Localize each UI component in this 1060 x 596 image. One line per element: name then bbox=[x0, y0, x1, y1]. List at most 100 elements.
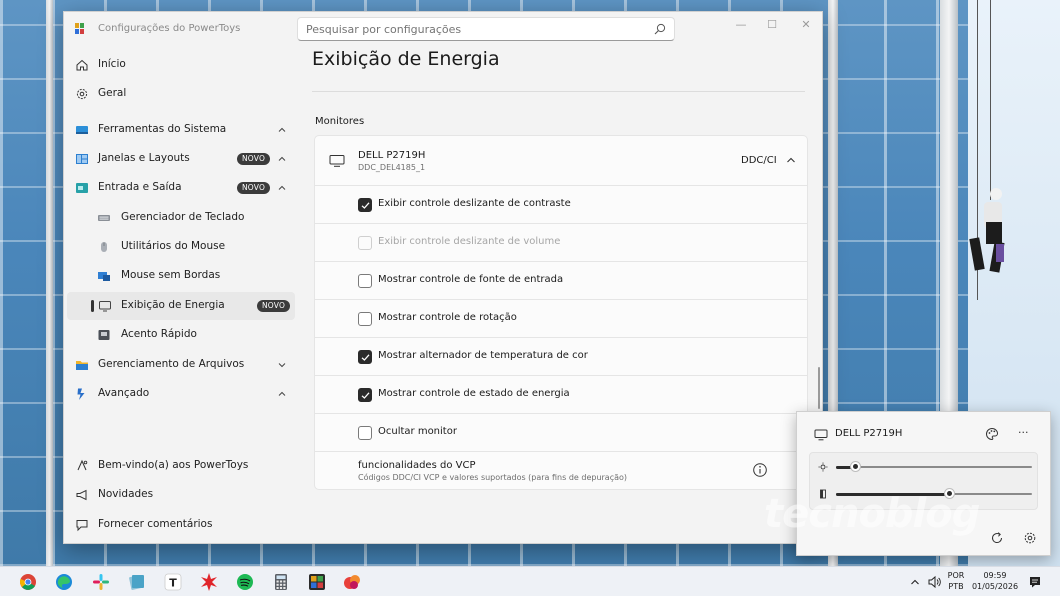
info-icon[interactable] bbox=[752, 462, 768, 478]
sidebar-item-exibicao-de-energia[interactable]: Exibição de Energia NOVO bbox=[67, 292, 295, 320]
sidebar-item-label: Mouse sem Bordas bbox=[121, 269, 221, 281]
calculator-icon[interactable] bbox=[271, 572, 291, 592]
sidebar-item-gerenciador-de-teclado[interactable]: Gerenciador de Teclado bbox=[67, 204, 295, 232]
option-label: Ocultar monitor bbox=[378, 426, 457, 437]
quick-accent-icon bbox=[98, 330, 110, 340]
sidebar-item-label: Acento Rápido bbox=[121, 328, 197, 340]
color-temperature-checkbox[interactable] bbox=[358, 350, 372, 364]
home-icon bbox=[76, 59, 88, 71]
option-row-input-source[interactable]: Mostrar controle de fonte de entrada bbox=[314, 262, 808, 300]
slack-icon[interactable] bbox=[91, 572, 111, 592]
refresh-icon[interactable] bbox=[990, 531, 1004, 545]
brightness-slider[interactable] bbox=[836, 461, 1032, 472]
vcp-subtitle: Códigos DDC/CI VCP e valores suportados … bbox=[358, 473, 628, 482]
option-row-contrast[interactable]: Exibir controle deslizante de contraste bbox=[314, 186, 808, 224]
chevron-up-icon[interactable] bbox=[277, 389, 287, 399]
bug-tracker-icon[interactable] bbox=[199, 572, 219, 592]
advanced-icon bbox=[77, 388, 85, 400]
office-app-icon[interactable] bbox=[342, 572, 362, 592]
option-row-hide-monitor[interactable]: Ocultar monitor bbox=[314, 414, 808, 452]
sidebar-item-utilitarios-do-mouse[interactable]: Utilitários do Mouse bbox=[67, 233, 295, 261]
sidebar-item-avancado[interactable]: Avançado bbox=[67, 380, 295, 408]
search-icon[interactable] bbox=[654, 23, 666, 35]
checkmark-icon bbox=[361, 202, 370, 209]
sidebar-item-label: Geral bbox=[98, 87, 127, 99]
power-state-checkbox[interactable] bbox=[358, 388, 372, 402]
option-label: Mostrar controle de estado de energia bbox=[378, 388, 570, 399]
option-row-rotation[interactable]: Mostrar controle de rotação bbox=[314, 300, 808, 338]
maximize-button[interactable]: ☐ bbox=[761, 16, 783, 34]
color-palette-icon[interactable] bbox=[985, 427, 999, 441]
chevron-down-icon[interactable] bbox=[277, 360, 287, 370]
chevron-up-icon[interactable] bbox=[277, 154, 287, 164]
mouse-without-borders-icon bbox=[98, 272, 110, 281]
notification-center-icon[interactable] bbox=[1028, 575, 1042, 589]
welcome-icon bbox=[77, 459, 88, 471]
typora-icon[interactable]: T bbox=[163, 572, 183, 592]
sidebar-item-ferramentas-do-sistema[interactable]: Ferramentas do Sistema bbox=[67, 116, 295, 144]
keyboard-layout: PTB bbox=[948, 582, 964, 591]
brightness-icon bbox=[818, 462, 828, 472]
settings-gear-icon[interactable] bbox=[1023, 531, 1037, 545]
option-row-power-state[interactable]: Mostrar controle de estado de energia bbox=[314, 376, 808, 414]
rope bbox=[990, 0, 991, 200]
edge-icon[interactable] bbox=[54, 572, 74, 592]
powertoys-icon[interactable] bbox=[307, 572, 327, 592]
language-indicator[interactable]: POR PTB bbox=[946, 571, 966, 591]
sidebar-item-label: Início bbox=[98, 58, 126, 70]
clock[interactable]: 09:59 01/05/2026 bbox=[970, 571, 1020, 591]
content-scrollbar[interactable] bbox=[818, 367, 820, 409]
show-hidden-icons-chevron-icon[interactable] bbox=[910, 577, 920, 587]
option-label: Exibir controle deslizante de volume bbox=[378, 236, 561, 247]
option-label: Exibir controle deslizante de contraste bbox=[378, 198, 571, 209]
chevron-up-icon[interactable] bbox=[277, 183, 287, 193]
sidebar-footer-bem-vindo[interactable]: Bem-vindo(a) aos PowerToys bbox=[67, 452, 295, 480]
mouse-icon bbox=[101, 242, 107, 252]
chrome-icon[interactable] bbox=[18, 572, 38, 592]
sidebar-item-inicio[interactable]: Início bbox=[67, 51, 295, 79]
sidebar-item-geral[interactable]: Geral bbox=[67, 80, 295, 108]
clock-time: 09:59 bbox=[983, 571, 1007, 580]
feedback-icon bbox=[76, 520, 88, 532]
sidebar-item-mouse-sem-bordas[interactable]: Mouse sem Bordas bbox=[67, 262, 295, 290]
monitor-expander-header[interactable]: DELL P2719H DDC_DEL4185_1 DDC/CI bbox=[314, 135, 808, 186]
powertoys-logo-icon bbox=[75, 23, 84, 34]
sidebar-item-entrada-e-saida[interactable]: Entrada e Saída NOVO bbox=[67, 174, 295, 202]
hide-monitor-checkbox[interactable] bbox=[358, 426, 372, 440]
monitor-icon bbox=[329, 155, 345, 167]
option-label: Mostrar alternador de temperatura de cor bbox=[378, 350, 588, 361]
option-row-color-temperature[interactable]: Mostrar alternador de temperatura de cor bbox=[314, 338, 808, 376]
sidebar-footer-novidades[interactable]: Novidades bbox=[67, 481, 295, 509]
sidebar-item-gerenciamento-de-arquivos[interactable]: Gerenciamento de Arquivos bbox=[67, 351, 295, 379]
new-badge: NOVO bbox=[237, 153, 271, 165]
chevron-up-icon[interactable] bbox=[786, 155, 796, 165]
spotify-icon[interactable] bbox=[235, 572, 255, 592]
sidebar-item-label: Gerenciador de Teclado bbox=[121, 211, 245, 223]
contrast-slider-checkbox[interactable] bbox=[358, 198, 372, 212]
window-title: Configurações do PowerToys bbox=[98, 23, 241, 34]
title-bar: Configurações do PowerToys — ☐ ✕ bbox=[64, 12, 822, 46]
sidebar-footer-fornecer-comentarios[interactable]: Fornecer comentários bbox=[67, 511, 295, 539]
minimize-button[interactable]: — bbox=[730, 16, 752, 34]
megaphone-icon bbox=[76, 489, 87, 501]
files-app-icon[interactable] bbox=[127, 572, 147, 592]
close-button[interactable]: ✕ bbox=[795, 16, 817, 34]
rotation-checkbox[interactable] bbox=[358, 312, 372, 326]
more-options-button[interactable]: ··· bbox=[1018, 426, 1029, 439]
divider bbox=[312, 91, 805, 92]
input-output-icon bbox=[76, 183, 88, 193]
volume-slider-checkbox bbox=[358, 236, 372, 250]
volume-icon[interactable] bbox=[927, 575, 941, 589]
brightness-slider-thumb[interactable] bbox=[850, 461, 861, 472]
input-source-checkbox[interactable] bbox=[358, 274, 372, 288]
new-badge: NOVO bbox=[257, 300, 291, 312]
search-input[interactable] bbox=[297, 17, 675, 41]
folder-icon bbox=[76, 361, 88, 370]
clock-date: 01/05/2026 bbox=[971, 582, 1019, 591]
system-tools-icon bbox=[76, 126, 88, 134]
chevron-up-icon[interactable] bbox=[277, 125, 287, 135]
sidebar-item-label: Novidades bbox=[98, 488, 154, 500]
sidebar-item-janelas-e-layouts[interactable]: Janelas e Layouts NOVO bbox=[67, 145, 295, 173]
sidebar-item-acento-rapido[interactable]: Acento Rápido bbox=[67, 321, 295, 349]
gear-icon bbox=[76, 88, 88, 100]
